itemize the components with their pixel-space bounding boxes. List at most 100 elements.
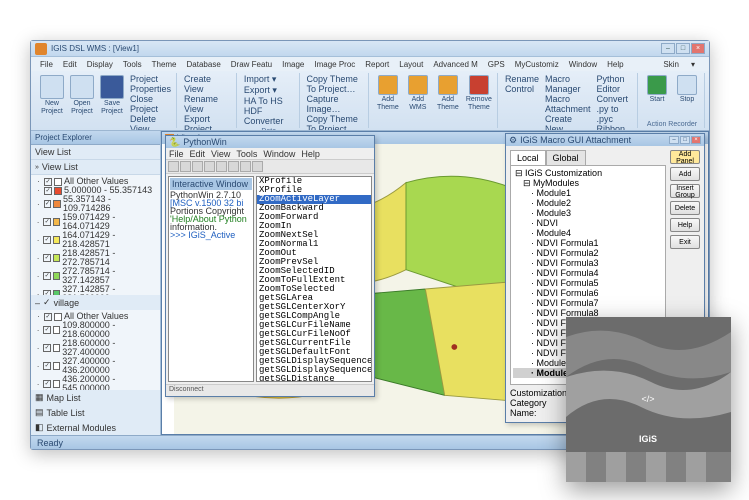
checkbox-icon[interactable]: ✓ — [43, 297, 51, 308]
delete-button[interactable]: Delete — [670, 201, 700, 215]
minimize-button[interactable]: – — [669, 136, 679, 144]
save-project[interactable]: Save Project — [98, 73, 126, 118]
menu-item[interactable]: Window — [564, 60, 602, 69]
ribbon-item[interactable]: Copy Theme To Project… — [307, 74, 363, 94]
py-menu-item[interactable]: Tools — [236, 149, 257, 159]
section-header[interactable]: »View List — [31, 160, 160, 174]
module-item[interactable]: · NDVI Formula1 — [513, 238, 663, 248]
tree-node[interactable]: ·✓159.071429 - 164.071429 — [35, 213, 156, 231]
checkbox-icon[interactable]: ✓ — [44, 313, 52, 321]
tree-node[interactable]: ·✓55.357143 - 109.714286 — [35, 195, 156, 213]
new-project[interactable]: New Project — [38, 73, 66, 118]
village-tree[interactable]: ·✓All Other Values·✓109.800000 - 218.600… — [31, 310, 160, 390]
menu-item[interactable]: Report — [360, 60, 394, 69]
checkbox-icon[interactable]: ✓ — [44, 200, 52, 208]
close-button[interactable]: × — [691, 43, 705, 54]
add-button[interactable]: Add — [670, 167, 700, 181]
py-tool-button[interactable] — [240, 161, 251, 172]
module-item[interactable]: · NDVI Formula3 — [513, 258, 663, 268]
skin-selector[interactable]: Skin▾ — [653, 60, 705, 69]
tree-node[interactable]: ·✓218.428571 - 272.785714 — [35, 249, 156, 267]
menu-item[interactable]: Database — [182, 60, 226, 69]
menu-item[interactable]: Advanced M — [428, 60, 482, 69]
menu-item[interactable]: Theme — [147, 60, 182, 69]
external-modules[interactable]: ◧External Modules — [31, 420, 160, 435]
macro-titlebar[interactable]: ⚙ IGiS Macro GUI Attachment –□× — [506, 134, 704, 146]
tree-node[interactable]: ·✓272.785714 - 327.142857 — [35, 267, 156, 285]
menu-item[interactable]: MyCustomiz — [510, 60, 564, 69]
completion-item[interactable]: getSGLDistance — [257, 375, 371, 382]
py-tool-button[interactable] — [180, 161, 191, 172]
py-tool-button[interactable] — [228, 161, 239, 172]
minimize-button[interactable]: – — [661, 43, 675, 54]
maximize-button[interactable]: □ — [680, 136, 690, 144]
menu-item[interactable]: Image Proc — [309, 60, 360, 69]
tree-node[interactable]: ·✓164.071429 - 218.428571 — [35, 231, 156, 249]
menu-item[interactable]: Edit — [58, 60, 82, 69]
py-tool-button[interactable] — [204, 161, 215, 172]
tree-group[interactable]: ⊟ MyModules — [513, 178, 663, 188]
ribbon-item[interactable]: Export ▾ — [244, 85, 294, 96]
add-theme-2[interactable]: Add Theme — [434, 73, 462, 114]
menu-item[interactable]: Image — [277, 60, 309, 69]
checkbox-icon[interactable]: ✓ — [44, 178, 52, 186]
checkbox-icon[interactable]: ✓ — [43, 380, 50, 388]
py-tool-button[interactable] — [168, 161, 179, 172]
python-window[interactable]: 🐍PythonWin File Edit View Tools Window H… — [165, 135, 375, 397]
module-item[interactable]: · Module2 — [513, 198, 663, 208]
ribbon-item[interactable]: Python Editor — [597, 74, 633, 94]
tree-node[interactable]: ·✓218.600000 - 327.400000 — [35, 339, 156, 357]
module-item[interactable]: · Module3 — [513, 208, 663, 218]
menu-item[interactable]: GPS — [483, 60, 510, 69]
module-item[interactable]: · Module4 — [513, 228, 663, 238]
checkbox-icon[interactable]: ✓ — [43, 218, 50, 226]
layer-tree[interactable]: ·✓All Other Values·✓5.000000 - 55.357143… — [31, 175, 160, 295]
checkbox-icon[interactable]: ✓ — [43, 344, 50, 352]
module-item[interactable]: · Module1 — [513, 188, 663, 198]
ribbon-item[interactable]: Create View — [184, 74, 231, 94]
stop-rec[interactable]: Stop — [673, 73, 701, 106]
py-menu-item[interactable]: File — [169, 149, 184, 159]
tree-node[interactable]: ·✓327.400000 - 436.200000 — [35, 357, 156, 375]
ribbon-item[interactable]: Delete View — [130, 114, 171, 131]
module-item[interactable]: · NDVI Formula5 — [513, 278, 663, 288]
titlebar[interactable]: IGIS DSL WMS : [View1] – □ × — [31, 41, 709, 57]
remove-theme[interactable]: Remove Theme — [464, 73, 494, 114]
add-theme[interactable]: Add Theme — [374, 73, 402, 114]
tree-node[interactable]: ·✓109.800000 - 218.600000 — [35, 321, 156, 339]
checkbox-icon[interactable]: ✓ — [43, 362, 50, 370]
start-rec[interactable]: Start — [643, 73, 671, 106]
py-menu-item[interactable]: Help — [301, 149, 320, 159]
module-item[interactable]: · NDVI Formula2 — [513, 248, 663, 258]
tree-node[interactable]: ·✓436.200000 - 545.000000 — [35, 375, 156, 390]
menu-item[interactable]: Tools — [118, 60, 147, 69]
village-layer[interactable]: –✓village — [31, 295, 160, 310]
module-item[interactable]: · NDVI — [513, 218, 663, 228]
help-button[interactable]: Help — [670, 218, 700, 232]
ribbon-item[interactable]: Macro Attachment — [545, 94, 591, 114]
ribbon-item[interactable]: Import ▾ — [244, 74, 294, 85]
ribbon-item[interactable]: Project Properties — [130, 74, 171, 94]
tree-root[interactable]: ⊟ IGiS Customization — [513, 168, 663, 178]
ribbon-item[interactable]: Ribbon Manager — [597, 124, 633, 131]
add-wms[interactable]: Add WMS — [404, 73, 432, 114]
menu-item[interactable]: Help — [602, 60, 628, 69]
ribbon-item[interactable]: Rename Control — [505, 74, 539, 94]
maximize-button[interactable]: □ — [676, 43, 690, 54]
menu-item[interactable]: Layout — [394, 60, 428, 69]
python-completion-list[interactable]: XProfileXProfileZoomActiveLayerZoomBackw… — [256, 176, 372, 382]
map-list[interactable]: ▦Map List — [31, 390, 160, 405]
insert-group-button[interactable]: Insert Group — [670, 184, 700, 198]
checkbox-icon[interactable]: ✓ — [43, 272, 50, 280]
checkbox-icon[interactable]: ✓ — [43, 236, 50, 244]
open-project[interactable]: Open Project — [68, 73, 96, 118]
ribbon-item[interactable]: Close Project — [130, 94, 171, 114]
ribbon-item[interactable]: Convert .py to .pyc — [597, 94, 633, 124]
tree-node[interactable]: ·✓327.142857 - 381.500000 — [35, 285, 156, 295]
module-item[interactable]: · NDVI Formula4 — [513, 268, 663, 278]
py-tool-button[interactable] — [252, 161, 263, 172]
py-menu-item[interactable]: Window — [263, 149, 295, 159]
ribbon-item[interactable]: Rename View — [184, 94, 231, 114]
checkbox-icon[interactable]: ✓ — [43, 326, 50, 334]
tab-global[interactable]: Global — [546, 150, 586, 165]
